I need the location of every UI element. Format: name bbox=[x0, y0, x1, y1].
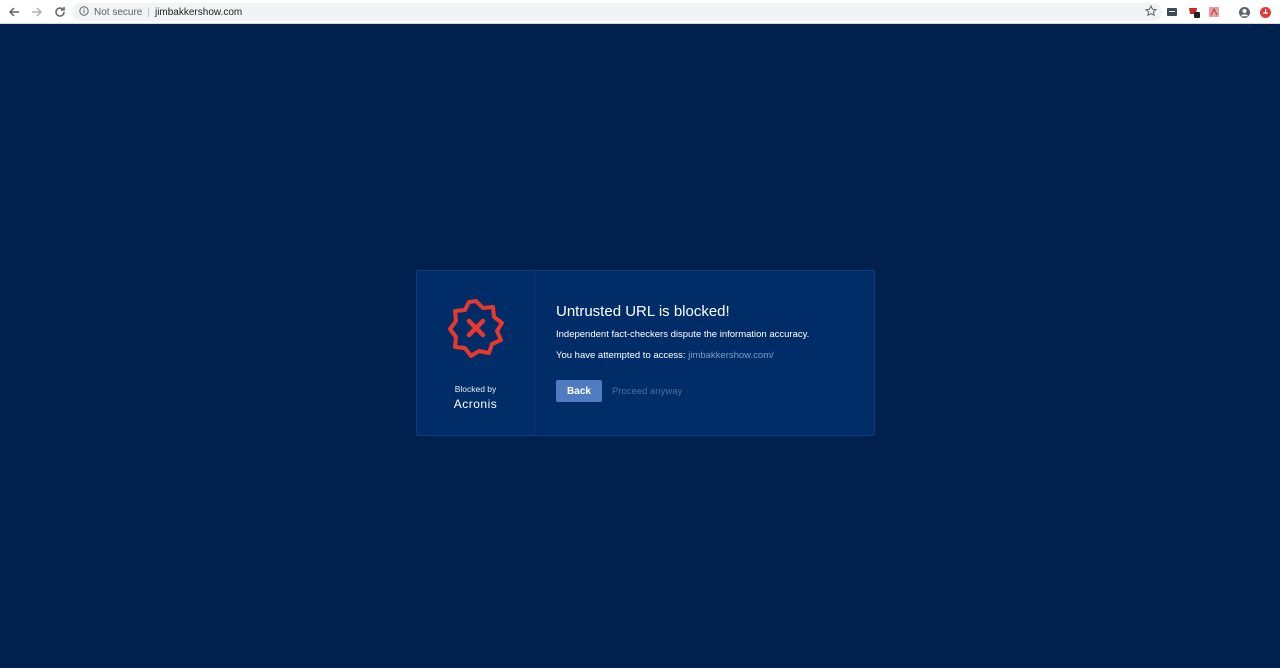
address-separator: | bbox=[147, 6, 150, 18]
block-description: Independent fact-checkers dispute the in… bbox=[556, 329, 810, 340]
back-arrow-icon[interactable] bbox=[5, 3, 23, 21]
attempted-access-label: You have attempted to access: bbox=[556, 350, 686, 361]
block-title: Untrusted URL is blocked! bbox=[556, 303, 730, 320]
block-card-sidebar: Blocked by Acronis bbox=[417, 271, 535, 435]
attempted-access-url: jimbakkershow.com/ bbox=[688, 350, 774, 361]
profile-icon[interactable] bbox=[1237, 5, 1251, 19]
extension-badge-icon[interactable] bbox=[1187, 5, 1201, 19]
block-card: Blocked by Acronis Untrusted URL is bloc… bbox=[416, 270, 875, 436]
extension-icon[interactable] bbox=[1165, 5, 1179, 19]
address-bar[interactable]: Not secure | jimbakkershow.com bbox=[72, 3, 1162, 21]
browser-toolbar: Not secure | jimbakkershow.com bbox=[0, 0, 1280, 24]
reload-icon[interactable] bbox=[51, 3, 69, 21]
proceed-anyway-link[interactable]: Proceed anyway bbox=[612, 386, 682, 397]
block-actions: Back Proceed anyway bbox=[556, 380, 809, 402]
blocked-by-label: Blocked by bbox=[454, 384, 497, 394]
attempted-access-line: You have attempted to access: jimbakkers… bbox=[556, 350, 809, 361]
info-icon[interactable] bbox=[79, 5, 89, 19]
block-card-content: Untrusted URL is blocked! Independent fa… bbox=[535, 271, 809, 435]
bookmark-star-icon[interactable] bbox=[1144, 4, 1158, 20]
address-url: jimbakkershow.com bbox=[154, 6, 243, 18]
back-button[interactable]: Back bbox=[556, 380, 602, 402]
security-label: Not secure bbox=[94, 6, 143, 18]
forward-arrow-icon[interactable] bbox=[28, 3, 46, 21]
pdf-extension-icon[interactable] bbox=[1207, 5, 1221, 19]
brand-logo: Acronis bbox=[453, 397, 498, 411]
menu-icon[interactable] bbox=[1258, 5, 1272, 19]
blocked-badge-icon bbox=[445, 297, 507, 364]
